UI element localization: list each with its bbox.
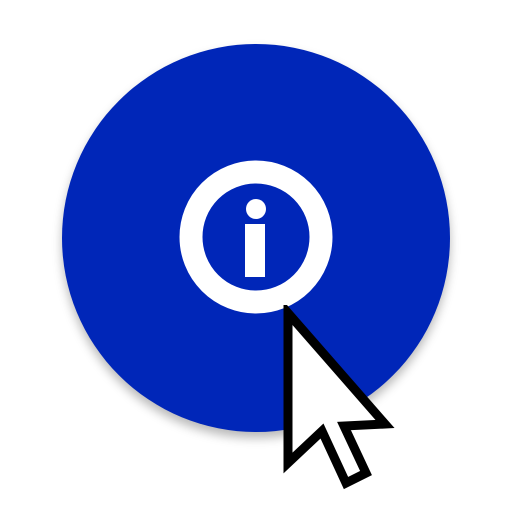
info-icon-dot	[246, 199, 266, 219]
info-icon	[179, 160, 333, 314]
cursor-arrow-shape	[283, 305, 395, 490]
info-icon-stem	[245, 224, 265, 277]
cursor-arrow-icon	[283, 305, 395, 490]
icon-canvas	[0, 0, 512, 512]
